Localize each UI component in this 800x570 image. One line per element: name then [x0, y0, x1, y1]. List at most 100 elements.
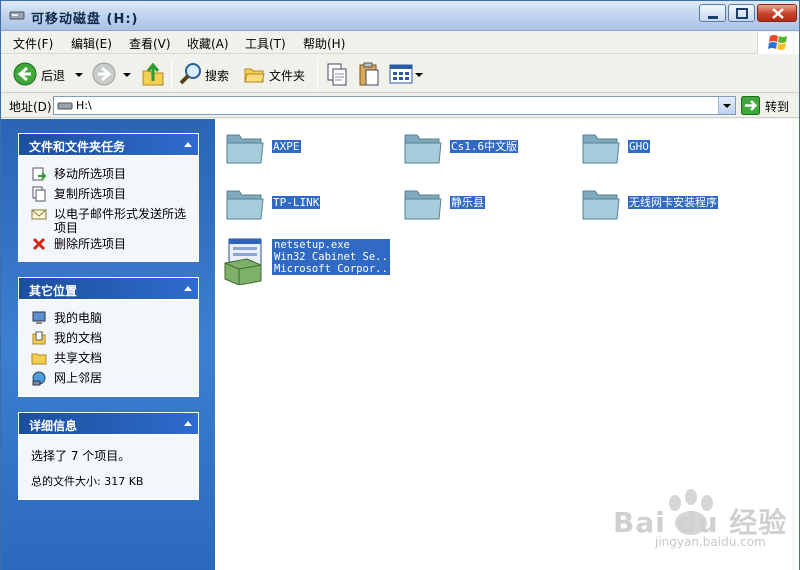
go-button[interactable]: 转到 — [741, 96, 796, 115]
folder-icon — [404, 190, 442, 220]
window-title: 可移动磁盘 (H:) — [31, 12, 139, 27]
delete-icon — [32, 237, 46, 251]
file-item[interactable]: netsetup.exe Win32 Cabinet Se... Microso… — [221, 237, 401, 287]
folder-icon — [404, 134, 442, 164]
up-folder-button[interactable] — [139, 55, 165, 93]
toolbar: 后退 搜索 文件夹 — [1, 55, 799, 93]
folder-icon — [226, 134, 264, 164]
chevron-down-icon — [723, 104, 731, 108]
address-value: H:\ — [76, 99, 92, 112]
copy-to-button[interactable] — [323, 55, 351, 93]
folders-button[interactable]: 文件夹 — [241, 55, 311, 93]
folders-icon — [244, 68, 265, 83]
copy-pages-icon — [327, 63, 347, 86]
back-label: 后退 — [41, 69, 66, 83]
file-company: Microsoft Corpor... — [272, 263, 390, 275]
menu-favorites[interactable]: 收藏(A) — [187, 35, 229, 52]
copy-icon — [32, 186, 46, 202]
file-tasks-header[interactable]: 文件和文件夹任务 — [19, 134, 198, 156]
drive-icon — [57, 102, 73, 110]
back-arrow-icon — [13, 62, 37, 86]
collapse-chevron-icon[interactable] — [184, 421, 192, 426]
search-label: 搜索 — [205, 69, 230, 83]
documents-icon — [32, 331, 46, 345]
task-move-label: 移动所选项目 — [54, 167, 127, 181]
forward-dropdown-icon[interactable] — [123, 73, 131, 77]
minimize-button[interactable] — [699, 4, 726, 22]
minimize-icon — [708, 16, 718, 19]
other-places-panel: 其它位置 我的电脑 我的文档 共享文档 网上邻居 — [18, 277, 199, 397]
windows-flag-icon — [768, 35, 787, 50]
close-button[interactable] — [757, 4, 797, 22]
menu-help[interactable]: 帮助(H) — [303, 35, 345, 52]
maximize-icon — [736, 8, 748, 19]
collapse-chevron-icon[interactable] — [184, 142, 192, 147]
go-label: 转到 — [765, 100, 790, 114]
menu-tools[interactable]: 工具(T) — [245, 35, 286, 52]
folder-name: GHO — [628, 140, 650, 153]
toolbar-separator — [171, 59, 172, 89]
computer-icon — [32, 311, 46, 324]
place-network-label: 网上邻居 — [54, 371, 103, 385]
paste-button[interactable] — [355, 55, 383, 93]
title-bar[interactable]: 可移动磁盘 (H:) — [1, 1, 799, 31]
task-copy-label: 复制所选项目 — [54, 187, 127, 201]
folder-item[interactable]: Cs1.6中文版 — [403, 127, 563, 171]
place-shared-documents-label: 共享文档 — [54, 351, 103, 365]
details-title: 详细信息 — [29, 419, 78, 433]
clipboard-icon — [359, 62, 379, 86]
forward-arrow-icon — [92, 62, 116, 86]
close-icon — [772, 8, 784, 19]
folder-name: AXPE — [272, 140, 301, 153]
menu-bar: 文件(F) 编辑(E) 查看(V) 收藏(A) 工具(T) 帮助(H) — [1, 31, 799, 54]
go-arrow-icon — [741, 96, 760, 115]
address-bar: 地址(D) H:\ 转到 — [1, 93, 799, 118]
file-tasks-title: 文件和文件夹任务 — [29, 140, 126, 154]
address-dropdown-button[interactable] — [718, 97, 735, 114]
folder-name: TP-LINK — [272, 196, 321, 209]
other-places-title: 其它位置 — [29, 284, 78, 298]
back-dropdown-icon[interactable] — [75, 73, 83, 77]
folder-icon — [582, 134, 620, 164]
folder-name: 静乐县 — [450, 196, 485, 209]
folder-item[interactable]: AXPE — [225, 127, 385, 171]
toolbar-separator — [317, 59, 318, 89]
task-email-label: 以电子邮件形式发送所选项目 — [54, 207, 187, 235]
network-icon — [32, 371, 46, 386]
up-folder-icon — [142, 62, 164, 86]
folder-item[interactable]: 无线网卡安装程序 — [581, 183, 781, 227]
search-button[interactable]: 搜索 — [177, 55, 237, 93]
menu-view[interactable]: 查看(V) — [129, 35, 171, 52]
task-pane: 文件和文件夹任务 移动所选项目 复制所选项目 以电子邮件形式发送所选项目 删除所… — [1, 119, 215, 570]
address-input[interactable]: H:\ — [53, 96, 736, 115]
forward-button[interactable] — [89, 55, 135, 93]
views-grid-icon — [389, 64, 413, 84]
folder-icon — [582, 190, 620, 220]
other-places-header[interactable]: 其它位置 — [19, 278, 198, 300]
menu-file[interactable]: 文件(F) — [13, 35, 53, 52]
file-description: Win32 Cabinet Se... — [272, 251, 390, 263]
folder-item[interactable]: 静乐县 — [403, 183, 563, 227]
details-header[interactable]: 详细信息 — [19, 413, 198, 435]
details-selected-count: 选择了 7 个项目。 — [31, 449, 131, 463]
explorer-window: 可移动磁盘 (H:) 文件(F) 编辑(E) 查看(V) 收藏(A) 工具(T)… — [0, 0, 800, 570]
collapse-chevron-icon[interactable] — [184, 286, 192, 291]
file-list-view: AXPE Cs1.6中文版 GHO TP-LINK 静乐县 无线网卡安装程序 n… — [215, 119, 799, 570]
back-button[interactable]: 后退 — [9, 55, 87, 93]
move-icon — [32, 167, 47, 181]
folder-name: 无线网卡安装程序 — [628, 196, 718, 209]
place-my-computer-label: 我的电脑 — [54, 311, 103, 325]
email-icon — [31, 209, 47, 220]
views-button[interactable] — [387, 55, 423, 93]
folder-item[interactable]: GHO — [581, 127, 741, 171]
folder-name: Cs1.6中文版 — [450, 140, 519, 153]
address-label: 地址(D) — [9, 100, 52, 114]
maximize-button[interactable] — [728, 4, 755, 22]
search-icon — [179, 63, 201, 85]
shared-folder-icon — [31, 353, 47, 365]
file-tasks-panel: 文件和文件夹任务 移动所选项目 复制所选项目 以电子邮件形式发送所选项目 删除所… — [18, 133, 199, 262]
folder-item[interactable]: TP-LINK — [225, 183, 385, 227]
menu-edit[interactable]: 编辑(E) — [71, 35, 112, 52]
setup-program-icon — [224, 238, 262, 285]
views-dropdown-icon[interactable] — [415, 73, 423, 77]
